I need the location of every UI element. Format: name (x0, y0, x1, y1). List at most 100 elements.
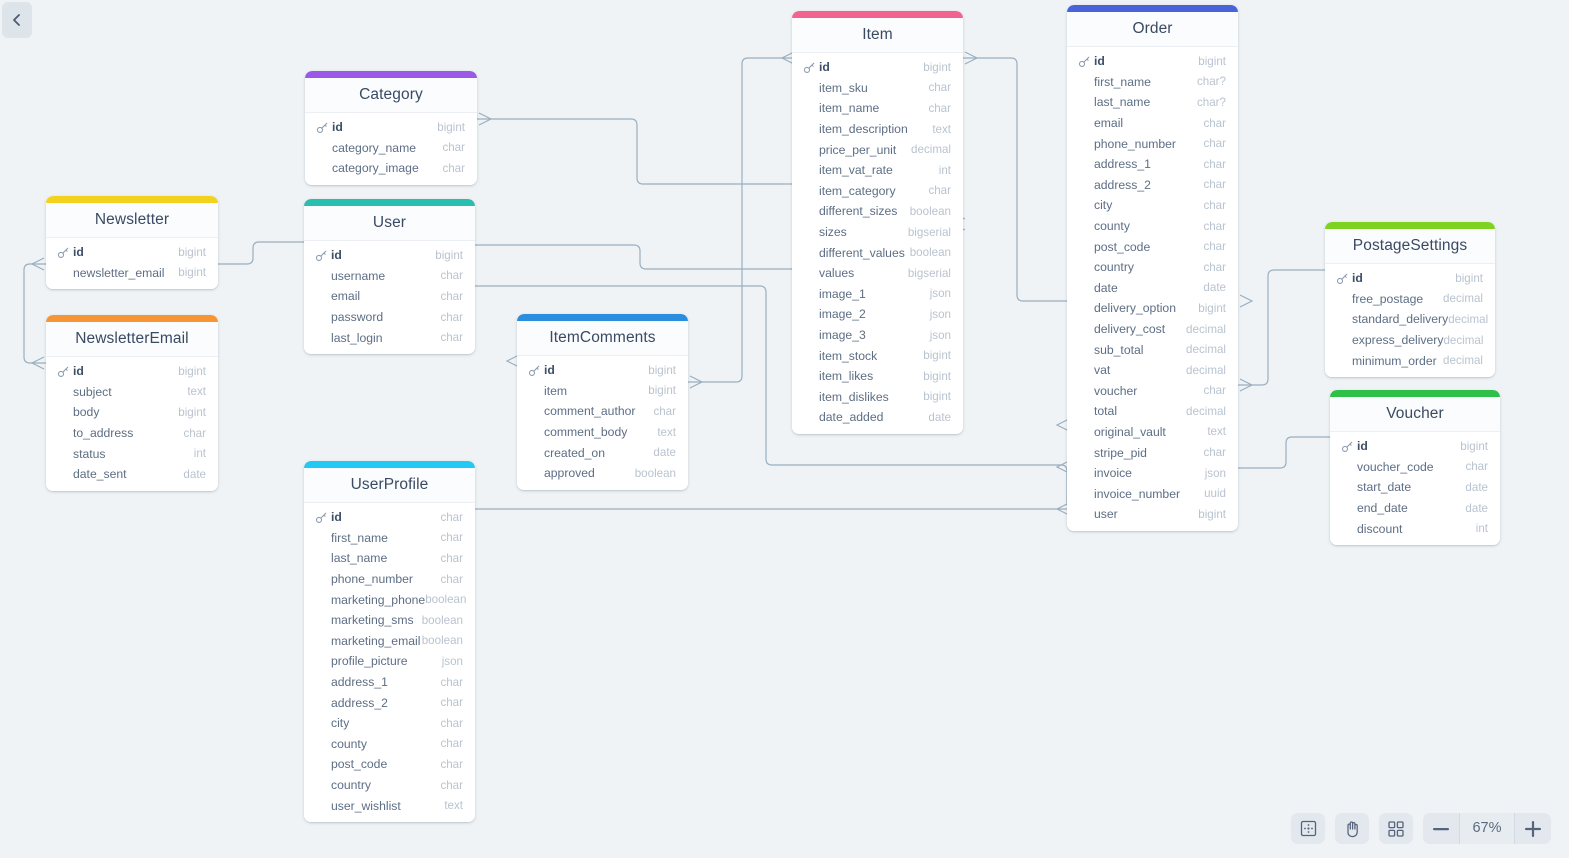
table-row[interactable]: sizes bigserial (792, 222, 963, 243)
table-row[interactable]: address_1 char (1067, 154, 1238, 175)
table-row[interactable]: discount int (1330, 518, 1500, 539)
table-card[interactable]: Newsletter id bigint newsletter_email bigint (46, 196, 218, 290)
table-row[interactable]: start_date date (1330, 477, 1500, 498)
table-row-primary-key[interactable]: id bigint (1067, 51, 1238, 72)
table-row[interactable]: date_sent date (46, 464, 218, 485)
table-row[interactable]: phone_number char (1067, 133, 1238, 154)
zoom-toolbar[interactable]: 67% (1291, 813, 1551, 844)
table-row[interactable]: stripe_pid char (1067, 442, 1238, 463)
table-row[interactable]: standard_delivery decimal (1325, 309, 1495, 330)
table-card[interactable]: Order id bigint first_name char? last_name cha… (1067, 5, 1238, 531)
table-row[interactable]: country char (1067, 257, 1238, 278)
table-row[interactable]: city char (304, 713, 475, 734)
table-row[interactable]: item_vat_rate int (792, 160, 963, 181)
table-row-primary-key[interactable]: id bigint (46, 242, 218, 263)
table-row[interactable]: date_added date (792, 407, 963, 428)
table-card[interactable]: ItemComments id bigint item bigint comment_au… (517, 314, 688, 490)
table-row[interactable]: end_date date (1330, 498, 1500, 519)
table-row[interactable]: body bigint (46, 402, 218, 423)
diagram-canvas[interactable]: Category id bigint category_name char categor… (0, 0, 1569, 858)
table-row-primary-key[interactable]: id bigint (305, 117, 477, 138)
table-row[interactable]: date date (1067, 278, 1238, 299)
table-row[interactable]: item_category char (792, 181, 963, 202)
table-row[interactable]: city char (1067, 195, 1238, 216)
table-row[interactable]: item_likes bigint (792, 366, 963, 387)
table-row[interactable]: category_name char (305, 138, 477, 159)
pan-tool-button[interactable] (1335, 813, 1369, 844)
table-row[interactable]: phone_number char (304, 569, 475, 590)
zoom-in-button[interactable] (1515, 813, 1551, 844)
table-row[interactable]: delivery_cost decimal (1067, 319, 1238, 340)
table-row-primary-key[interactable]: id char (304, 507, 475, 528)
table-row[interactable]: last_name char? (1067, 92, 1238, 113)
table-row[interactable]: comment_body text (517, 422, 688, 443)
table-row[interactable]: country char (304, 775, 475, 796)
table-row[interactable]: marketing_sms boolean (304, 610, 475, 631)
table-row[interactable]: address_2 char (304, 692, 475, 713)
zoom-out-button[interactable] (1423, 813, 1459, 844)
table-row[interactable]: voucher char (1067, 381, 1238, 402)
table-row-primary-key[interactable]: id bigint (517, 360, 688, 381)
table-row[interactable]: first_name char? (1067, 72, 1238, 93)
table-row[interactable]: user bigint (1067, 504, 1238, 525)
fit-to-screen-button[interactable] (1291, 813, 1325, 844)
table-card[interactable]: Voucher id bigint voucher_code char start_dat… (1330, 390, 1500, 545)
table-row[interactable]: original_vault text (1067, 422, 1238, 443)
table-row[interactable]: email char (304, 286, 475, 307)
table-row[interactable]: image_3 json (792, 325, 963, 346)
table-row-primary-key[interactable]: id bigint (1325, 268, 1495, 289)
table-row[interactable]: address_1 char (304, 672, 475, 693)
table-row[interactable]: free_postage decimal (1325, 289, 1495, 310)
table-row[interactable]: invoice_number uuid (1067, 483, 1238, 504)
table-row[interactable]: total decimal (1067, 401, 1238, 422)
table-row[interactable]: marketing_email boolean (304, 631, 475, 652)
table-row[interactable]: county char (304, 734, 475, 755)
table-card[interactable]: Item id bigint item_sku char item_name char ite… (792, 11, 963, 434)
table-row[interactable]: vat decimal (1067, 360, 1238, 381)
table-row[interactable]: express_delivery decimal (1325, 330, 1495, 351)
table-row[interactable]: status int (46, 443, 218, 464)
table-card[interactable]: User id bigint username char email char passwor… (304, 199, 475, 354)
table-row[interactable]: values bigserial (792, 263, 963, 284)
table-row[interactable]: item_sku char (792, 78, 963, 99)
table-row[interactable]: item_description text (792, 119, 963, 140)
table-row[interactable]: delivery_option bigint (1067, 298, 1238, 319)
table-row[interactable]: profile_picture json (304, 651, 475, 672)
table-row[interactable]: username char (304, 266, 475, 287)
table-card[interactable]: NewsletterEmail id bigint subject text body bi… (46, 315, 218, 491)
table-row[interactable]: post_code char (1067, 236, 1238, 257)
collapse-sidebar-button[interactable] (2, 2, 32, 38)
table-row[interactable]: to_address char (46, 423, 218, 444)
table-row[interactable]: different_sizes boolean (792, 201, 963, 222)
table-row[interactable]: comment_author char (517, 401, 688, 422)
table-card[interactable]: PostageSettings id bigint free_postage decim… (1325, 222, 1495, 377)
table-row[interactable]: email char (1067, 113, 1238, 134)
table-row-primary-key[interactable]: id bigint (46, 361, 218, 382)
table-row[interactable]: post_code char (304, 754, 475, 775)
table-row[interactable]: user_wishlist text (304, 795, 475, 816)
table-row[interactable]: item_name char (792, 98, 963, 119)
table-row[interactable]: different_values boolean (792, 242, 963, 263)
table-card[interactable]: UserProfile id char first_name char last_name… (304, 461, 475, 822)
table-row[interactable]: voucher_code char (1330, 457, 1500, 478)
auto-layout-button[interactable] (1379, 813, 1413, 844)
table-row[interactable]: invoice json (1067, 463, 1238, 484)
table-card[interactable]: Category id bigint category_name char categor… (305, 71, 477, 185)
table-row[interactable]: marketing_phone boolean (304, 589, 475, 610)
table-row[interactable]: county char (1067, 216, 1238, 237)
table-row[interactable]: minimum_order decimal (1325, 350, 1495, 371)
table-row-primary-key[interactable]: id bigint (304, 245, 475, 266)
table-row[interactable]: image_2 json (792, 304, 963, 325)
table-row[interactable]: password char (304, 307, 475, 328)
table-row[interactable]: subject text (46, 382, 218, 403)
table-row[interactable]: last_login char (304, 327, 475, 348)
table-row[interactable]: newsletter_email bigint (46, 263, 218, 284)
table-row[interactable]: first_name char (304, 528, 475, 549)
table-row[interactable]: item_stock bigint (792, 345, 963, 366)
table-row[interactable]: created_on date (517, 442, 688, 463)
table-row[interactable]: category_image char (305, 158, 477, 179)
table-row[interactable]: item bigint (517, 381, 688, 402)
table-row-primary-key[interactable]: id bigint (792, 57, 963, 78)
table-row[interactable]: address_2 char (1067, 175, 1238, 196)
table-row-primary-key[interactable]: id bigint (1330, 436, 1500, 457)
